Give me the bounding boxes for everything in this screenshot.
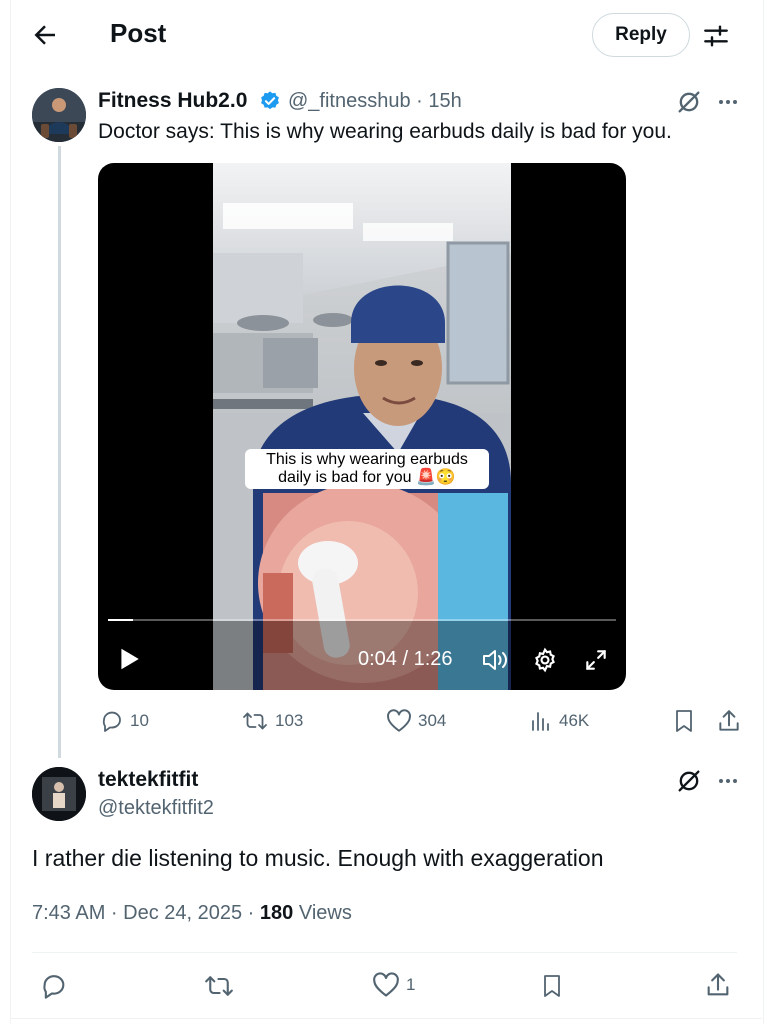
- author-name[interactable]: Fitness Hub2.0: [98, 89, 247, 113]
- back-arrow-icon[interactable]: [30, 20, 60, 50]
- verified-badge-icon: [259, 90, 281, 112]
- reply-author-handle[interactable]: @tektekfitfit2: [98, 797, 214, 820]
- settings-gear-icon[interactable]: [532, 647, 558, 673]
- adjust-settings-icon[interactable]: [700, 20, 732, 52]
- like-count: 304: [418, 711, 447, 730]
- repost-icon[interactable]: [202, 972, 236, 1000]
- reply-icon: [100, 709, 124, 733]
- volume-icon[interactable]: [481, 647, 509, 673]
- like-count: 1: [406, 975, 416, 994]
- page-title: Post: [110, 18, 167, 48]
- bookmark-icon[interactable]: [672, 708, 696, 734]
- like-action[interactable]: 1: [372, 972, 415, 998]
- video-caption-line: This is why wearing earbuds: [266, 451, 468, 468]
- post-timestamp[interactable]: 7:43 AM · Dec 24, 2025 ·: [32, 902, 260, 924]
- video-player[interactable]: This is why wearing earbuds daily is bad…: [98, 163, 626, 690]
- bar-chart-icon: [529, 709, 553, 733]
- more-options-icon[interactable]: [716, 771, 740, 791]
- reply-button[interactable]: Reply: [592, 13, 690, 57]
- reply-count: 10: [130, 711, 149, 730]
- reply-icon[interactable]: [40, 972, 68, 1000]
- repost-action[interactable]: 103: [241, 709, 303, 733]
- divider: [32, 952, 737, 953]
- thread-connector-line: [58, 146, 61, 758]
- video-caption-line: daily is bad for you 🚨😳: [278, 469, 456, 486]
- bookmark-icon[interactable]: [540, 972, 564, 1000]
- share-icon[interactable]: [704, 971, 732, 999]
- post-view-count: 180: [259, 902, 294, 924]
- video-progress-fill: [108, 619, 134, 621]
- heart-icon: [386, 709, 412, 733]
- repost-icon: [241, 709, 269, 733]
- avatar[interactable]: [32, 767, 86, 821]
- play-icon[interactable]: [116, 646, 142, 672]
- post-views-label: Views: [293, 902, 352, 924]
- video-progress-track[interactable]: [108, 619, 616, 621]
- reply-author-name[interactable]: tektekfitfit: [98, 768, 198, 792]
- video-caption: This is why wearing earbuds daily is bad…: [245, 449, 489, 489]
- like-action[interactable]: 304: [386, 709, 446, 733]
- share-icon[interactable]: [716, 708, 742, 734]
- author-handle-time[interactable]: @_fitnesshub · 15h: [288, 90, 462, 113]
- reply-action[interactable]: 10: [100, 709, 149, 733]
- bottom-border: [10, 1018, 762, 1019]
- views-action[interactable]: 46K: [529, 709, 589, 733]
- repost-count: 103: [275, 711, 304, 730]
- reply-text: I rather die listening to music. Enough …: [32, 845, 604, 871]
- video-frame-image: [213, 163, 511, 690]
- avatar[interactable]: [32, 88, 86, 142]
- more-options-icon[interactable]: [716, 92, 740, 112]
- fullscreen-icon[interactable]: [583, 647, 609, 673]
- grok-icon[interactable]: [675, 767, 703, 795]
- heart-icon: [372, 972, 400, 998]
- tweet-text: Doctor says: This is why wearing earbuds…: [98, 120, 672, 143]
- grok-icon[interactable]: [675, 88, 703, 116]
- video-time: 0:04 / 1:26: [358, 648, 453, 670]
- view-count: 46K: [559, 711, 590, 730]
- post-metadata: 7:43 AM · Dec 24, 2025 · 180 Views: [32, 902, 352, 925]
